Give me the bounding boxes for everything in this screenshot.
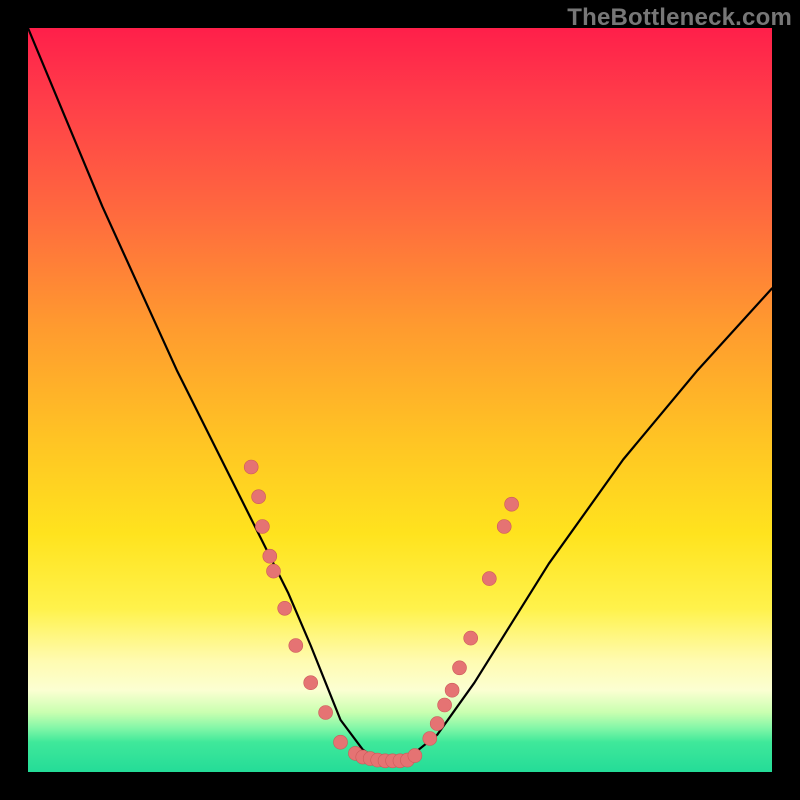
marker-dot: [289, 639, 303, 653]
marker-group: [244, 460, 518, 768]
marker-dot: [252, 490, 266, 504]
marker-dot: [267, 564, 281, 578]
marker-dot: [482, 572, 496, 586]
marker-dot: [304, 676, 318, 690]
brand-label: TheBottleneck.com: [567, 4, 792, 32]
marker-dot: [319, 706, 333, 720]
stage: TheBottleneck.com: [0, 0, 800, 800]
bottleneck-curve: [28, 28, 772, 765]
marker-dot: [423, 732, 437, 746]
marker-dot: [464, 631, 478, 645]
marker-dot: [278, 601, 292, 615]
marker-dot: [505, 497, 519, 511]
marker-dot: [438, 698, 452, 712]
marker-dot: [497, 520, 511, 534]
marker-dot: [430, 717, 444, 731]
marker-dot: [334, 735, 348, 749]
curve-layer: [28, 28, 772, 772]
marker-dot: [408, 749, 422, 763]
marker-dot: [263, 549, 277, 563]
marker-dot: [255, 520, 269, 534]
marker-dot: [445, 683, 459, 697]
plot-area: [28, 28, 772, 772]
marker-dot: [453, 661, 467, 675]
marker-dot: [244, 460, 258, 474]
